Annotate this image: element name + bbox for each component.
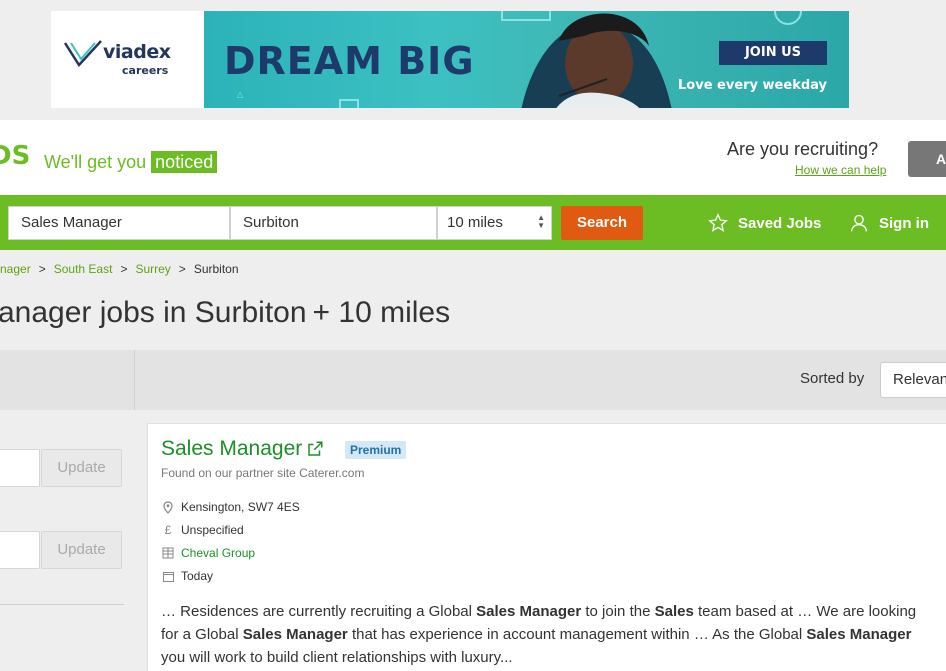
ad-creative: △ DREAM BIG JOIN US Love every weekday (204, 11, 849, 108)
saved-jobs-label: Saved Jobs (738, 214, 822, 232)
search-button[interactable]: Search (561, 206, 643, 240)
recruiter-button[interactable]: A (908, 141, 946, 177)
filter-input[interactable] (0, 449, 40, 487)
job-company-text[interactable]: Cheval Group (181, 546, 255, 560)
site-logo[interactable]: DS (0, 141, 30, 171)
tagline-text: We'll get you (44, 152, 147, 172)
ad-join-button[interactable]: JOIN US (719, 41, 827, 65)
snippet-keyword: Sales Manager (242, 626, 348, 643)
sorted-by-label: Sorted by (800, 370, 865, 387)
radius-select[interactable]: 10 miles ▲ ▼ (437, 206, 552, 240)
external-link-icon (308, 441, 323, 456)
ad-brand-sub: careers (122, 64, 169, 77)
recruiting-question: Are you recruiting? (727, 139, 879, 159)
job-title-link[interactable]: Sales Manager (161, 437, 324, 461)
ad-headline: DREAM BIG (224, 39, 475, 83)
ad-decoration (339, 99, 359, 108)
job-posted-text: Today (181, 569, 214, 583)
ad-person-image (521, 13, 672, 108)
snippet-keyword: Sales (654, 603, 694, 620)
breadcrumb-separator: > (178, 262, 186, 276)
update-button[interactable]: Update (41, 531, 122, 569)
snippet-part: to join the (581, 603, 655, 620)
snippet-part: that has experience in account managemen… (347, 626, 807, 643)
job-location-text: Kensington, SW7 4ES (181, 500, 300, 514)
calendar-icon (161, 571, 175, 582)
filter-divider (0, 604, 124, 605)
location-input[interactable]: Surbiton (230, 206, 437, 240)
page-title: anager jobs in Surbiton + 10 miles (0, 296, 451, 329)
job-salary-text: Unspecified (181, 523, 244, 537)
saved-jobs-link[interactable]: Saved Jobs (708, 213, 821, 233)
sign-in-link[interactable]: Sign in (849, 213, 929, 233)
how-we-can-help-link[interactable]: How we can help (795, 163, 886, 177)
job-snippet: … Residences are currently recruiting a … (161, 600, 931, 669)
job-location: Kensington, SW7 4ES (161, 500, 300, 514)
snippet-part: you will work to build client relationsh… (161, 649, 513, 666)
snippet-keyword: Sales Manager (476, 603, 582, 620)
star-icon (708, 213, 728, 232)
select-arrows-icon: ▲ ▼ (537, 213, 545, 230)
partner-note: Found on our partner site Caterer.com (161, 466, 365, 480)
job-posted: Today (161, 569, 213, 583)
breadcrumb-item[interactable]: nager (0, 262, 31, 276)
job-salary: £ Unspecified (161, 523, 244, 537)
viadex-logo-icon (63, 40, 102, 68)
premium-badge: Premium (345, 441, 407, 459)
breadcrumb-item[interactable]: Surrey (135, 262, 170, 276)
user-icon (850, 214, 868, 232)
toolbar-divider (134, 350, 135, 410)
radius-value: 10 miles (447, 214, 503, 231)
ad-decoration (774, 11, 802, 25)
site-tagline: We'll get you noticed (44, 151, 218, 173)
ad-tagline: Love every weekday (678, 78, 827, 93)
ad-brand-name: viadex (103, 41, 171, 63)
breadcrumb-item[interactable]: South East (54, 262, 113, 276)
building-icon (161, 547, 175, 559)
breadcrumb: nager > South East > Surrey > Surbiton (0, 262, 239, 276)
snippet-part: … Residences are currently recruiting a … (161, 603, 477, 620)
filter-input[interactable] (0, 531, 40, 569)
ad-banner[interactable]: viadex careers △ DREAM BIG JOIN US Love … (51, 11, 849, 108)
ad-banner-area: viadex careers △ DREAM BIG JOIN US Love … (0, 0, 946, 120)
ad-logo: viadex careers (51, 11, 204, 108)
sign-in-label: Sign in (879, 214, 929, 232)
map-pin-icon (161, 500, 175, 514)
pound-icon: £ (164, 523, 172, 537)
ad-decoration: △ (237, 90, 244, 99)
breadcrumb-current: Surbiton (193, 262, 239, 276)
sort-select[interactable]: Relevance (880, 362, 946, 398)
keywords-input[interactable]: Sales Manager (8, 206, 230, 240)
breadcrumb-separator: > (38, 262, 46, 276)
job-company[interactable]: Cheval Group (161, 546, 255, 560)
update-button[interactable]: Update (41, 449, 122, 487)
snippet-keyword: Sales Manager (806, 626, 912, 643)
job-title: Sales Manager (161, 437, 303, 460)
tagline-highlight: noticed (151, 151, 218, 173)
breadcrumb-separator: > (120, 262, 128, 276)
